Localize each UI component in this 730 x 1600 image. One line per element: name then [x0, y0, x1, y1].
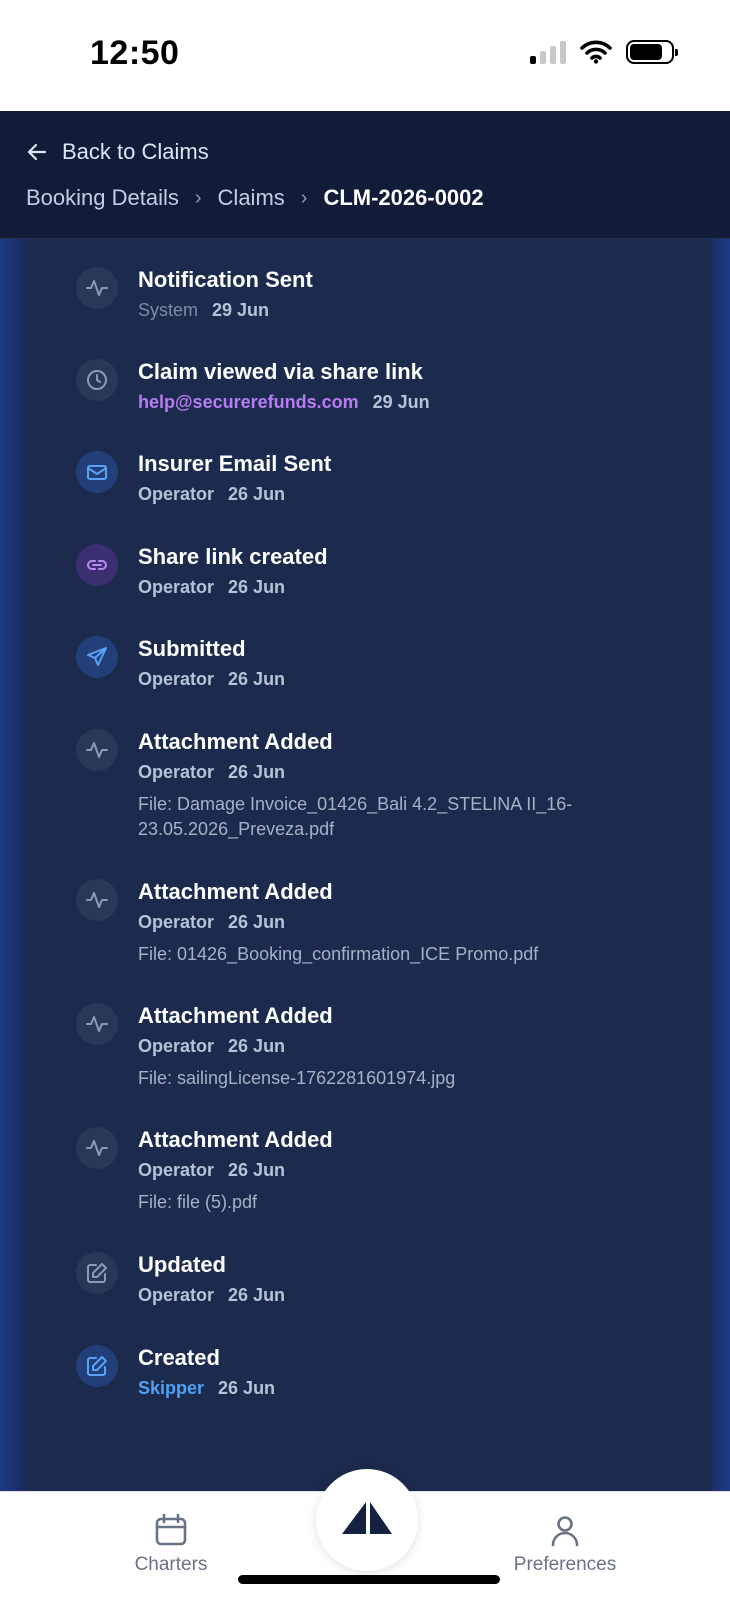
nav-preferences-label: Preferences [513, 1554, 617, 1575]
timeline-actor: Operator [138, 1036, 215, 1056]
timeline-actor: Operator [138, 762, 215, 782]
activity-icon [76, 1127, 118, 1169]
status-time: 12:50 [90, 34, 180, 72]
timeline-title: Attachment Added [138, 729, 333, 754]
timeline-date: 26 Jun [228, 912, 286, 932]
timeline-date: 26 Jun [228, 762, 286, 782]
timeline-date: 26 Jun [228, 577, 286, 597]
back-to-claims-link[interactable]: Back to Claims [26, 139, 209, 165]
activity-icon [76, 1003, 118, 1045]
attachment-file-name: File: file (5).pdf [138, 1192, 258, 1212]
timeline-title: Insurer Email Sent [138, 451, 332, 476]
timeline-actor: System [138, 300, 199, 320]
attachment-file-name: File: Damage Invoice_01426_Bali 4.2_STEL… [138, 794, 573, 839]
timeline-date: 26 Jun [228, 1285, 286, 1305]
timeline-actor: Operator [138, 577, 215, 597]
attachment-file-name: File: sailingLicense-1762281601974.jpg [138, 1068, 456, 1088]
timeline-title: Attachment Added [138, 1003, 333, 1028]
user-icon [551, 1516, 579, 1547]
mail-icon [76, 451, 118, 493]
send-icon [76, 636, 118, 678]
main-content[interactable]: Notification Sent System 29 Jun Claim vi… [0, 239, 730, 1491]
timeline-title: Created [138, 1345, 220, 1370]
timeline-actor: Operator [138, 1285, 215, 1305]
calendar-icon [155, 1513, 187, 1546]
timeline-date: 26 Jun [228, 484, 286, 504]
timeline-date: 26 Jun [228, 1036, 286, 1056]
activity-icon [76, 879, 118, 921]
activity-icon [76, 729, 118, 771]
battery-icon [626, 40, 678, 64]
status-icons [530, 40, 678, 64]
back-label: Back to Claims [62, 139, 209, 164]
timeline-title: Share link created [138, 544, 328, 569]
edit-icon [76, 1252, 118, 1294]
cellular-signal-icon [530, 40, 566, 64]
activity-icon [76, 267, 118, 309]
timeline-actor: Operator [138, 484, 215, 504]
timeline-actor: Operator [138, 1160, 215, 1180]
timeline-title: Attachment Added [138, 879, 333, 904]
home-indicator [238, 1575, 500, 1584]
timeline-title: Updated [138, 1252, 226, 1277]
nav-charters[interactable]: Charters [101, 1512, 241, 1576]
sailboat-logo-icon [342, 1502, 392, 1534]
timeline-date: 26 Jun [228, 669, 286, 689]
wifi-icon [580, 40, 612, 64]
link-icon [76, 544, 118, 586]
breadcrumb-current: CLM-2026-0002 [323, 185, 484, 210]
chevron-right-icon: › [300, 186, 308, 209]
timeline-date: 29 Jun [372, 392, 430, 412]
timeline-title: Submitted [138, 636, 246, 661]
timeline-title: Claim viewed via share link [138, 359, 423, 384]
timeline-actor: Operator [138, 669, 215, 689]
timeline-panel: Notification Sent System 29 Jun Claim vi… [26, 239, 712, 1491]
timeline-date: 26 Jun [228, 1160, 286, 1180]
breadcrumb-claims[interactable]: Claims [218, 185, 285, 211]
breadcrumb-booking-details[interactable]: Booking Details [26, 185, 179, 211]
breadcrumb: Booking Details › Claims › CLM-2026-0002 [26, 185, 484, 211]
timeline-date: 26 Jun [218, 1378, 276, 1398]
edit-icon [76, 1345, 118, 1387]
clock-icon [76, 359, 118, 401]
chevron-right-icon: › [194, 186, 202, 209]
nav-preferences[interactable]: Preferences [495, 1512, 635, 1576]
timeline-actor: help@securerefunds.com [138, 392, 359, 412]
timeline-title: Attachment Added [138, 1127, 333, 1152]
nav-charters-label: Charters [134, 1554, 208, 1575]
timeline-actor: Operator [138, 912, 215, 932]
timeline-date: 29 Jun [212, 300, 270, 320]
timeline-actor: Skipper [138, 1378, 205, 1398]
timeline-title: Notification Sent [138, 267, 313, 292]
status-bar: 12:50 [0, 0, 730, 111]
home-sailboat-button[interactable] [316, 1469, 418, 1571]
attachment-file-name: File: 01426_Booking_confirmation_ICE Pro… [138, 944, 539, 964]
header: Back to Claims Booking Details › Claims … [0, 111, 730, 239]
arrow-left-icon [27, 143, 47, 161]
